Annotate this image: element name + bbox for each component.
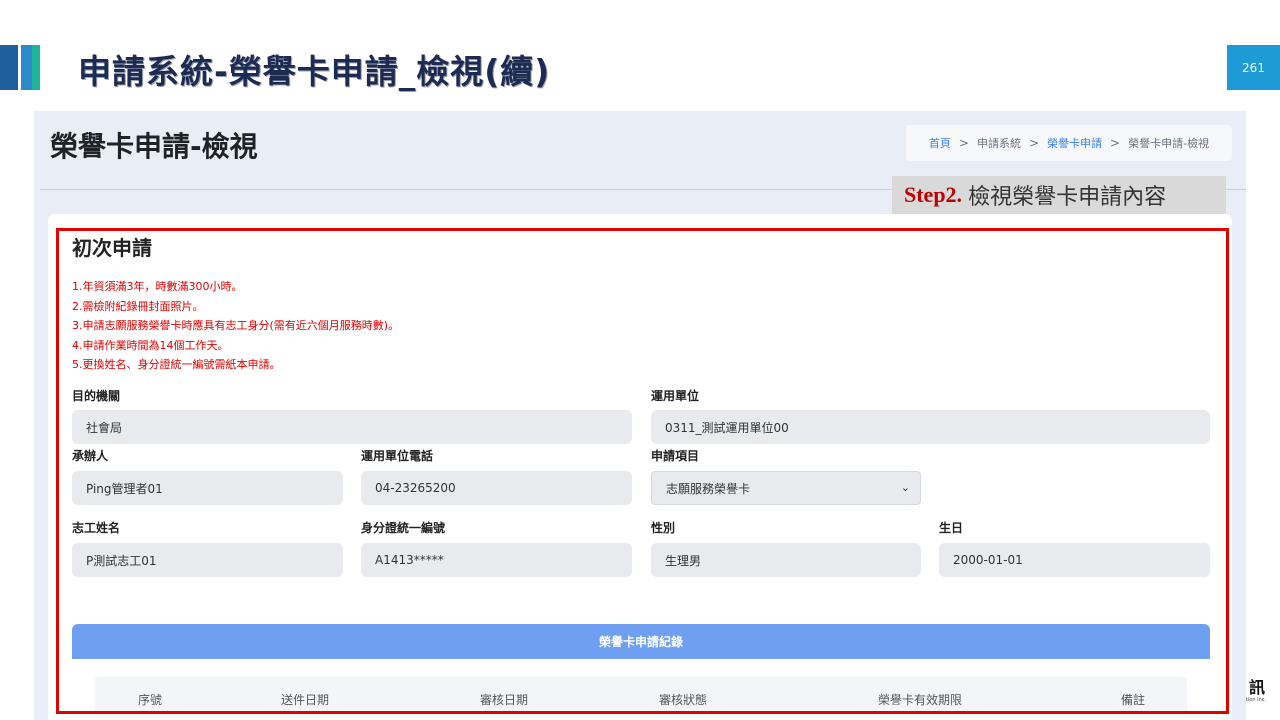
breadcrumb-home[interactable]: 首頁: [929, 135, 951, 151]
step-callout: Step2. 檢視榮譽卡申請內容: [892, 176, 1226, 214]
header-accent-bar: [32, 45, 40, 90]
breadcrumb: 首頁 > 申請系統 > 榮譽卡申請 > 榮譽卡申請-檢視: [906, 125, 1232, 161]
slide-header: 申請系統-榮譽卡申請_檢視(續) 261: [0, 0, 1280, 100]
header-accent-bar: [21, 45, 32, 90]
step-label: Step2.: [904, 182, 963, 207]
company-logo-text: tion Inc.: [1246, 697, 1267, 703]
breadcrumb-card[interactable]: 榮譽卡申請: [1047, 135, 1102, 151]
page-title: 榮譽卡申請-檢視: [50, 130, 258, 163]
breadcrumb-separator: >: [1028, 136, 1040, 150]
slide-title: 申請系統-榮譽卡申請_檢視(續): [78, 52, 551, 91]
breadcrumb-separator: >: [958, 136, 969, 150]
breadcrumb-current: 榮譽卡申請-檢視: [1128, 137, 1210, 150]
highlight-box: [56, 228, 1229, 714]
breadcrumb-separator: >: [1110, 136, 1121, 150]
page-number: 261: [1227, 45, 1280, 90]
step-text: 檢視榮譽卡申請內容: [968, 185, 1167, 210]
breadcrumb-system: 申請系統: [976, 137, 1021, 150]
header-accent-bar: [0, 45, 18, 90]
